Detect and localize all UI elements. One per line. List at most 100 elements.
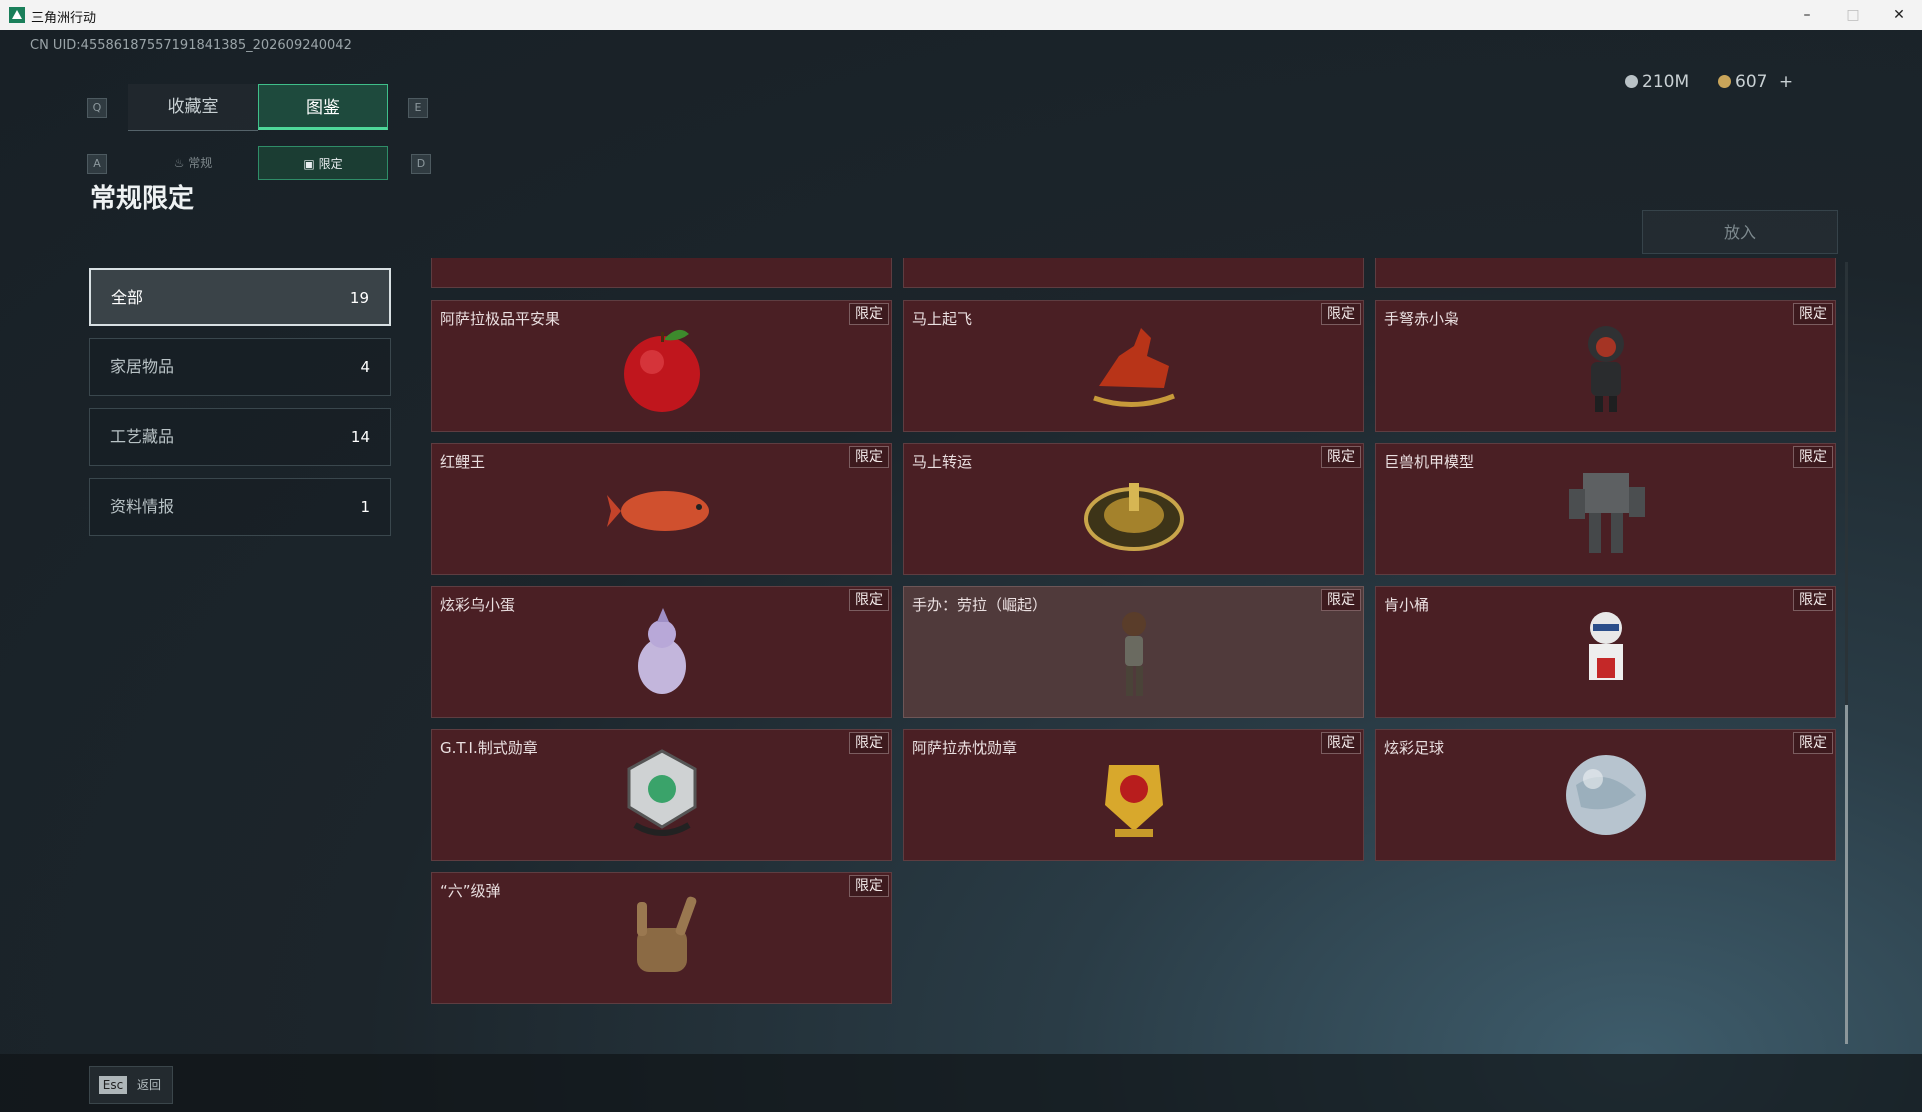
red-horse-icon <box>1092 328 1175 407</box>
item-card[interactable]: 炫彩足球 限定 <box>1375 729 1836 861</box>
gold-medal-icon <box>1104 765 1163 837</box>
item-name: 炫彩足球 <box>1384 739 1445 757</box>
category-count: 4 <box>360 358 370 376</box>
gold-wheel-icon <box>1083 483 1184 551</box>
limited-badge: 限定 <box>1321 303 1361 325</box>
item-name: 肯小桶 <box>1384 596 1430 614</box>
back-button[interactable]: Esc 返回 <box>89 1066 173 1104</box>
tab-collection-room[interactable]: 收藏室 <box>128 84 258 131</box>
key-hint-e: E <box>408 98 428 118</box>
limited-badge: 限定 <box>1793 589 1833 611</box>
mecha-model-icon <box>1568 473 1645 553</box>
limited-badge: 限定 <box>1321 589 1361 611</box>
item-card[interactable]: 马上起飞 限定 <box>903 300 1364 432</box>
limited-badge: 限定 <box>849 589 889 611</box>
egg-creature-icon <box>637 608 686 694</box>
window-titlebar: 三角洲行动 – □ ✕ <box>0 0 1922 30</box>
gti-medal-icon <box>627 749 696 836</box>
lara-figure-icon <box>1121 612 1146 696</box>
image-icon: ▣ <box>303 157 319 171</box>
window-title: 三角洲行动 <box>31 11 97 26</box>
category-name: 资料情报 <box>110 497 175 516</box>
subtab-regular[interactable]: ♨ 常规 <box>128 146 258 180</box>
limited-badge: 限定 <box>849 446 889 468</box>
category-intel[interactable]: 资料情报 1 <box>89 478 391 536</box>
item-name: 手办：劳拉（崛起） <box>912 596 1048 614</box>
item-card[interactable]: 红鲤王 限定 <box>431 443 892 575</box>
key-hint-a: A <box>87 154 107 174</box>
page-title: 常规限定 <box>90 184 195 214</box>
item-card[interactable] <box>903 258 1364 288</box>
item-card[interactable]: 手办：劳拉（崛起） 限定 <box>903 586 1364 718</box>
item-name: 手弩赤小枭 <box>1384 310 1460 328</box>
limited-badge: 限定 <box>1321 732 1361 754</box>
item-card[interactable]: 马上转运 限定 <box>903 443 1364 575</box>
limited-badge: 限定 <box>849 303 889 325</box>
item-card[interactable]: “六”级弹 限定 <box>431 872 892 1004</box>
red-carp-icon <box>606 491 709 531</box>
item-name: 阿萨拉极品平安果 <box>440 310 561 328</box>
place-button[interactable]: 放入 <box>1642 210 1838 254</box>
subtab-limited[interactable]: ▣ 限定 <box>258 146 388 180</box>
flame-icon: ♨ <box>173 156 189 170</box>
item-name: 马上起飞 <box>912 310 973 328</box>
add-currency-button[interactable]: + <box>1779 72 1793 92</box>
tab-catalog[interactable]: 图鉴 <box>258 84 388 130</box>
silver-amount: 210M <box>1642 72 1690 92</box>
item-card[interactable]: G.T.I.制式勋章 限定 <box>431 729 892 861</box>
item-name: 阿萨拉赤忱勋章 <box>912 739 1018 757</box>
category-count: 14 <box>350 428 370 446</box>
item-card[interactable] <box>431 258 892 288</box>
limited-badge: 限定 <box>1321 446 1361 468</box>
key-hint-q: Q <box>87 98 107 118</box>
item-card[interactable]: 炫彩乌小蛋 限定 <box>431 586 892 718</box>
limited-badge: 限定 <box>1793 446 1833 468</box>
gold-coin-icon <box>1718 75 1731 88</box>
category-name: 全部 <box>111 288 144 307</box>
item-name: 炫彩乌小蛋 <box>440 596 516 614</box>
item-card[interactable] <box>1375 258 1836 288</box>
uid-label: CN UID:4558618755719184138​5_20260924004… <box>30 38 352 53</box>
app-logo-icon <box>9 7 25 23</box>
item-card[interactable]: 阿萨拉极品平安果 限定 <box>431 300 892 432</box>
back-label: 返回 <box>137 1078 162 1092</box>
item-card[interactable]: 手弩赤小枭 限定 <box>1375 300 1836 432</box>
esc-key-hint: Esc <box>99 1076 127 1094</box>
item-name: G.T.I.制式勋章 <box>440 739 538 757</box>
item-name: “六”级弹 <box>440 882 501 900</box>
limited-badge: 限定 <box>1793 732 1833 754</box>
limited-badge: 限定 <box>849 732 889 754</box>
item-name: 巨兽机甲模型 <box>1384 453 1475 471</box>
category-all[interactable]: 全部 19 <box>89 268 391 326</box>
limited-badge: 限定 <box>1793 303 1833 325</box>
category-crafts[interactable]: 工艺藏品 14 <box>89 408 391 466</box>
category-count: 1 <box>360 498 370 516</box>
bottom-bar <box>0 1054 1922 1112</box>
maximize-button[interactable]: □ <box>1830 0 1876 30</box>
item-card[interactable]: 肯小桶 限定 <box>1375 586 1836 718</box>
bucket-figure-icon <box>1588 612 1623 680</box>
silver-currency: 210M <box>1625 72 1689 98</box>
close-button[interactable]: ✕ <box>1876 0 1922 30</box>
red-apple-icon <box>623 329 700 412</box>
bronze-hand-icon <box>636 896 696 972</box>
silver-coin-icon <box>1625 75 1638 88</box>
category-name: 工艺藏品 <box>110 427 175 446</box>
minimize-button[interactable]: – <box>1784 0 1830 30</box>
subtab-limited-label: 限定 <box>318 157 343 171</box>
subtab-regular-label: 常规 <box>188 156 213 170</box>
gold-currency: 607 + <box>1718 72 1793 98</box>
limited-badge: 限定 <box>849 875 889 897</box>
app-main: CN UID:4558618755719184138​5_20260924004… <box>0 30 1922 1112</box>
item-grid: 阿萨拉极品平安果 限定 马上起飞 限定 手弩赤小枭 限定 红鲤王 限定 马上转运… <box>431 258 1837 1044</box>
gold-amount: 607 <box>1735 72 1768 92</box>
iridescent-ball-icon <box>1565 755 1646 835</box>
item-card[interactable]: 阿萨拉赤忱勋章 限定 <box>903 729 1364 861</box>
item-name: 红鲤王 <box>440 453 486 471</box>
scrollbar-thumb[interactable] <box>1845 705 1848 1044</box>
key-hint-d: D <box>411 154 431 174</box>
item-card[interactable]: 巨兽机甲模型 限定 <box>1375 443 1836 575</box>
hooded-figure-icon <box>1587 326 1624 412</box>
category-home-items[interactable]: 家居物品 4 <box>89 338 391 396</box>
item-name: 马上转运 <box>912 453 973 471</box>
